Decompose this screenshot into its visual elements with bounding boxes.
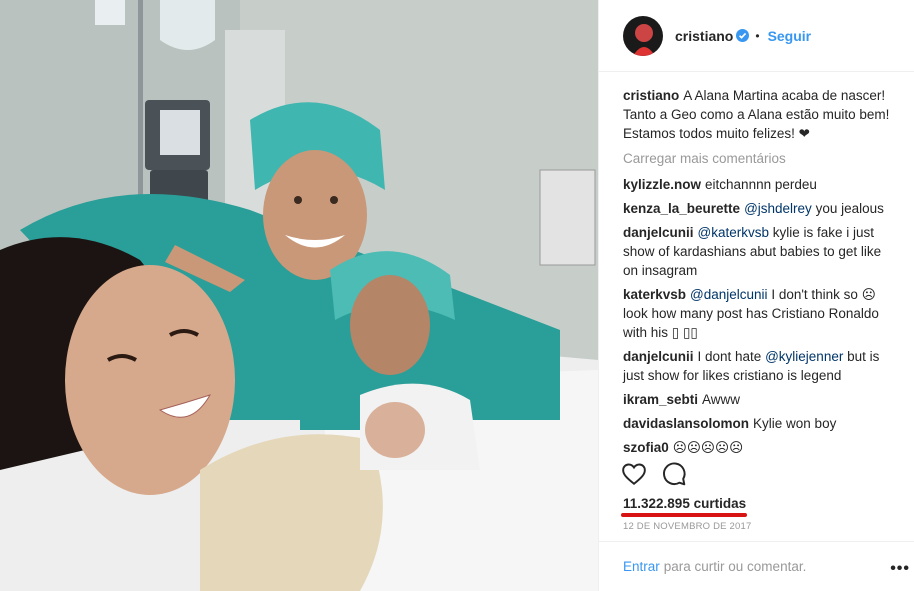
list-item: ikram_sebti Awww <box>623 390 896 409</box>
login-prompt-text: para curtir ou comentar. <box>663 559 807 574</box>
list-item: katerkvsb @danjelcunii I don't think so ☹… <box>623 285 896 342</box>
comment-text-before: I dont hate <box>697 349 762 364</box>
more-options-button[interactable]: ••• <box>890 560 910 578</box>
comment-username[interactable]: davidaslansolomon <box>623 416 749 431</box>
comment-text: Kylie won boy <box>753 416 837 431</box>
login-footer: Entrar para curtir ou comentar. ••• <box>599 541 914 591</box>
comments-list: cristiano A Alana Martina acaba de nascer… <box>623 86 896 462</box>
list-item: danjelcunii I dont hate @kyliejenner but … <box>623 347 896 385</box>
list-item: szofia0 ☹☹☹☹☹ <box>623 438 896 457</box>
likes-highlight-underline <box>621 513 747 517</box>
list-item: danjelcunii @katerkvsb kylie is fake i ju… <box>623 223 896 280</box>
post-side-panel: cristiano • Seguir cristiano A Alana Mart… <box>598 0 914 591</box>
comment-text: eitchannnn perdeu <box>705 177 817 192</box>
comment-text: ☹☹☹☹☹ <box>672 440 744 455</box>
post-photo[interactable] <box>0 0 598 591</box>
comment-username[interactable]: danjelcunii <box>623 349 694 364</box>
list-item: kylizzle.now eitchannnn perdeu <box>623 175 896 194</box>
header-username[interactable]: cristiano <box>675 28 733 44</box>
comment-username[interactable]: ikram_sebti <box>623 392 698 407</box>
comment-username[interactable]: kenza_la_beurette <box>623 201 740 216</box>
comment-text: you jealous <box>815 201 884 216</box>
comment-mention[interactable]: @kyliejenner <box>765 349 843 364</box>
comment-mention[interactable]: @danjelcunii <box>690 287 768 302</box>
verified-badge-icon <box>736 29 750 42</box>
heart-icon[interactable] <box>621 461 647 487</box>
caption: cristiano A Alana Martina acaba de nascer… <box>623 86 896 143</box>
header-separator: • <box>755 28 760 43</box>
list-item: kenza_la_beurette @jshdelrey you jealous <box>623 199 896 218</box>
list-item: davidaslansolomon Kylie won boy <box>623 414 896 433</box>
follow-button[interactable]: Seguir <box>768 28 812 44</box>
comment-text: Awww <box>702 392 741 407</box>
comment-username[interactable]: kylizzle.now <box>623 177 701 192</box>
post-header: cristiano • Seguir <box>599 0 914 72</box>
comment-username[interactable]: danjelcunii <box>623 225 694 240</box>
load-more-comments-button[interactable]: Carregar mais comentários <box>623 149 896 168</box>
avatar[interactable] <box>623 15 663 56</box>
comment-username[interactable]: katerkvsb <box>623 287 686 302</box>
caption-username[interactable]: cristiano <box>623 88 679 103</box>
family-photo-illustration <box>0 0 598 591</box>
comment-bubble-icon[interactable] <box>661 461 687 487</box>
comment-mention[interactable]: @katerkvsb <box>698 225 769 240</box>
login-link[interactable]: Entrar <box>623 559 660 574</box>
post-date: 12 DE NOVEMBRO DE 2017 <box>623 521 752 532</box>
comment-username[interactable]: szofia0 <box>623 440 669 455</box>
post-actions <box>621 461 687 487</box>
comment-mention[interactable]: @jshdelrey <box>744 201 812 216</box>
likes-count[interactable]: 11.322.895 curtidas <box>623 496 746 511</box>
